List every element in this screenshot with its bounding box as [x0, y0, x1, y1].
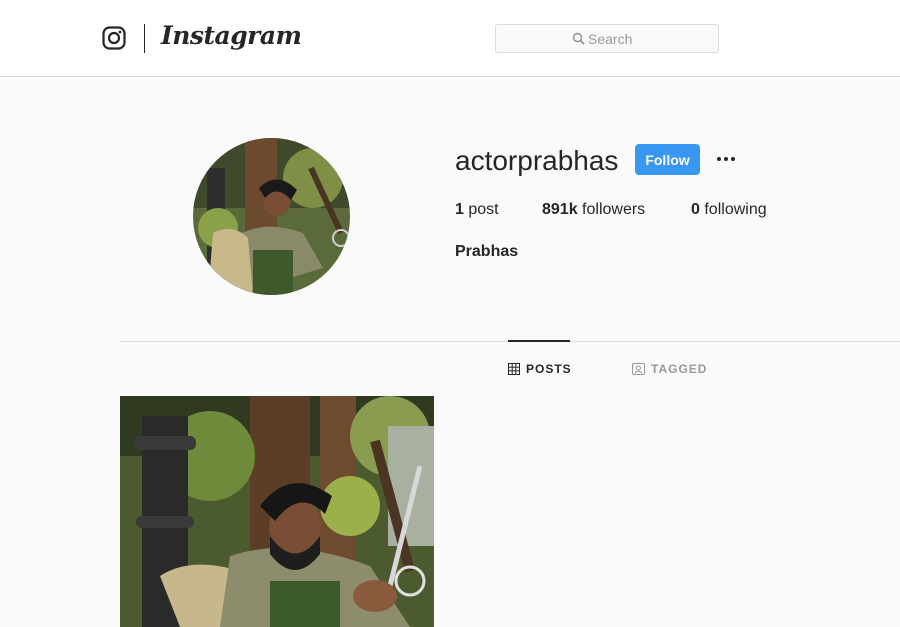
stat-followers[interactable]: 891k followers: [542, 201, 645, 219]
followers-label: followers: [582, 201, 646, 218]
follow-button[interactable]: Follow: [635, 144, 700, 175]
search-box[interactable]: [495, 24, 719, 53]
followers-count: 891k: [542, 201, 578, 218]
following-label: following: [704, 201, 767, 218]
active-tab-indicator: [508, 340, 570, 342]
dot: [717, 157, 721, 161]
profile-username: actorprabhas: [455, 145, 619, 176]
more-options-icon[interactable]: [713, 150, 739, 168]
profile-full-name: Prabhas: [455, 243, 519, 260]
tagged-icon: [632, 363, 645, 375]
profile-avatar[interactable]: [193, 138, 350, 295]
dot: [724, 157, 728, 161]
tab-tagged[interactable]: TAGGED: [632, 361, 707, 377]
posts-label: post: [468, 201, 499, 218]
grid-icon: [508, 363, 520, 375]
search-input[interactable]: [588, 29, 708, 49]
tab-posts[interactable]: POSTS: [508, 361, 572, 377]
tab-tagged-label: TAGGED: [651, 362, 708, 376]
following-count: 0: [691, 201, 700, 218]
tab-posts-label: POSTS: [526, 362, 572, 376]
stat-following[interactable]: 0 following: [691, 201, 767, 219]
post-photo: [120, 396, 434, 627]
stat-posts: 1 post: [455, 201, 499, 219]
search-icon: [572, 32, 585, 45]
instagram-glyph-icon[interactable]: [102, 26, 126, 50]
avatar-photo: [193, 138, 350, 295]
posts-count: 1: [455, 201, 464, 218]
dot: [731, 157, 735, 161]
post-thumbnail[interactable]: [120, 396, 434, 627]
logo-divider: [144, 24, 145, 53]
top-navigation-bar: Instagram: [0, 0, 900, 77]
instagram-wordmark-logo[interactable]: Instagram: [161, 21, 302, 50]
